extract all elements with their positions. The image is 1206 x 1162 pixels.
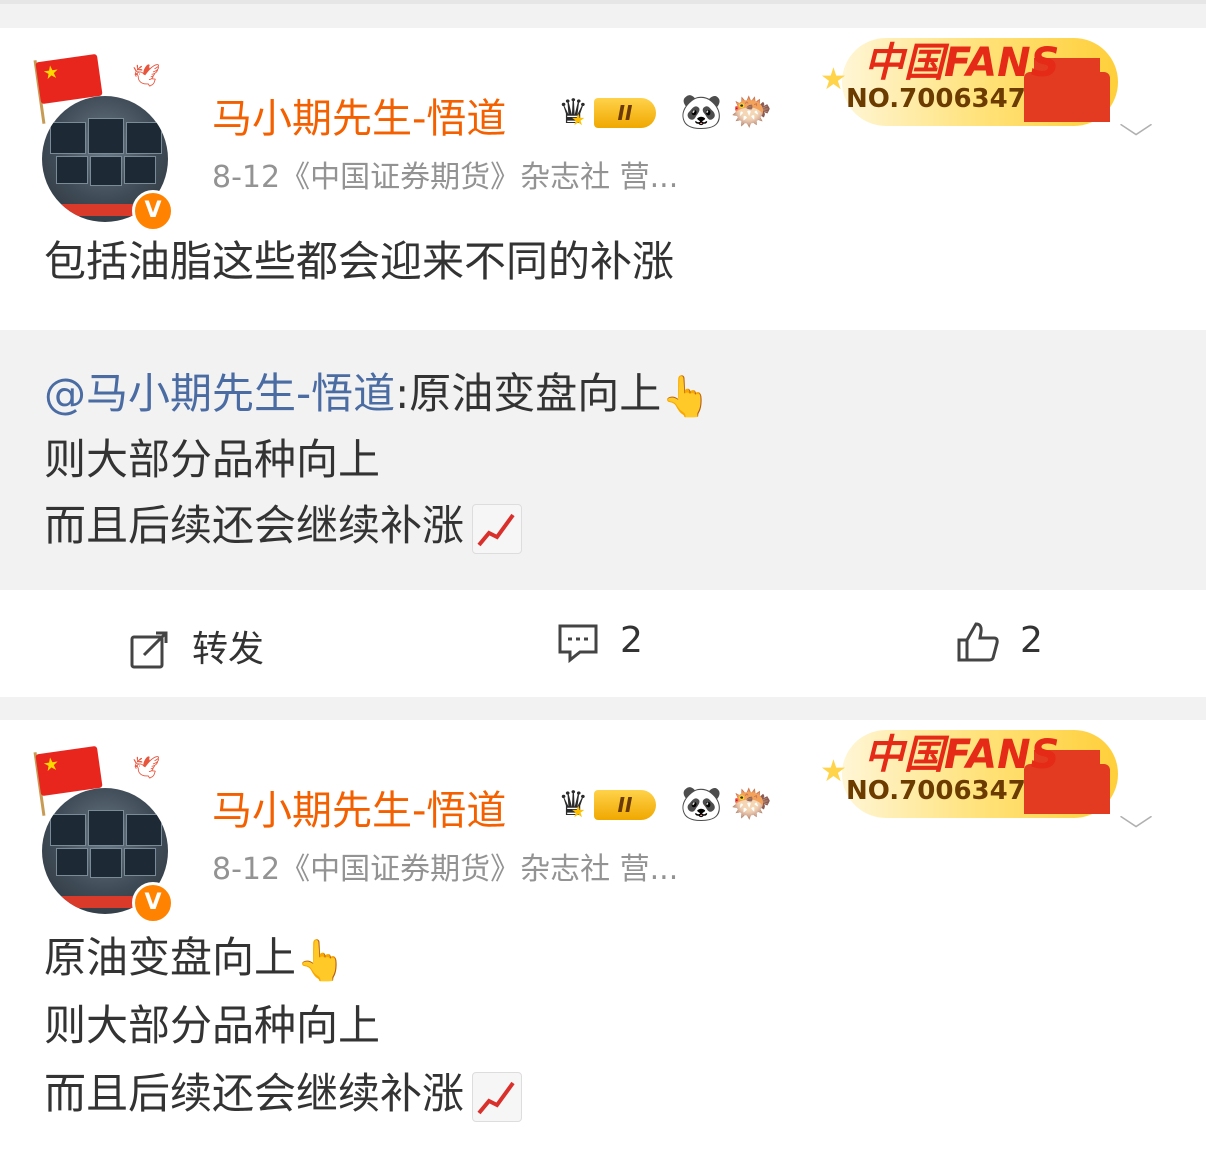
- panda-icon[interactable]: 🐼: [680, 784, 724, 824]
- repost-label: 转发: [192, 629, 265, 670]
- avatar[interactable]: ★ 🕊 V: [33, 50, 176, 232]
- chevron-down-icon[interactable]: ⌵: [1119, 800, 1173, 836]
- post-card: ★ 🕊 V 马小期先生-悟道 ♛ ★ II 🐼 🐡 8-12《中国证券期货》杂志社…: [0, 28, 1206, 898]
- repost-text: 则大部分品种向上: [44, 435, 381, 484]
- repost-block[interactable]: @马小期先生-悟道:原油变盘向上👆 则大部分品种向上 而且后续还会继续补涨: [0, 330, 1206, 898]
- point-up-emoji-icon: 👆: [661, 373, 712, 420]
- repost-line: @马小期先生-悟道:原油变盘向上👆: [44, 360, 711, 431]
- fans-number: NO.7006347: [846, 84, 1026, 114]
- birds-icon: 🕊: [132, 64, 160, 89]
- avatar[interactable]: ★ 🕊 V: [33, 742, 176, 924]
- vip-crown-badge[interactable]: ♛ ★ II: [558, 90, 670, 134]
- chevron-down-icon[interactable]: ⌵: [1119, 108, 1173, 144]
- china-flag-icon: ★: [35, 745, 103, 797]
- chart-increasing-icon: [472, 1071, 523, 1122]
- vip-crown-badge[interactable]: ♛ ★ II: [558, 782, 670, 826]
- fans-title: 中国FANS: [864, 40, 1060, 86]
- post-card: ★ 🕊 V 马小期先生-悟道 ♛ ★ II 🐼 🐡 8-12《中国证券期货》杂志社…: [0, 720, 1206, 1162]
- verified-badge-icon: V: [132, 882, 174, 924]
- post-meta[interactable]: 8-12《中国证券期货》杂志社 营...: [212, 844, 678, 888]
- comment-icon: [558, 624, 598, 664]
- top-separator: [0, 0, 1206, 28]
- post-text-line: 原油变盘向上👆: [44, 924, 346, 995]
- share-icon: [130, 631, 168, 669]
- fans-card-badge[interactable]: ★ 中国FANS NO.7006347: [820, 720, 1120, 820]
- mention-link[interactable]: @马小期先生-悟道: [44, 369, 395, 418]
- post-text: 原油变盘向上: [44, 933, 297, 982]
- post-text-line: 而且后续还会继续补涨: [44, 1060, 523, 1128]
- repost-line: 而且后续还会继续补涨: [44, 492, 523, 560]
- panda-icon[interactable]: 🐼: [680, 92, 724, 132]
- vip-level: II: [594, 98, 656, 128]
- comment-button[interactable]: 2: [556, 620, 643, 666]
- fans-number: NO.7006347: [846, 776, 1026, 806]
- username[interactable]: 马小期先生-悟道: [212, 778, 506, 836]
- fans-card-badge[interactable]: ★ 中国FANS NO.7006347: [820, 28, 1120, 128]
- birds-icon: 🕊: [132, 756, 160, 781]
- repost-text: 而且后续还会继续补涨: [44, 501, 465, 550]
- comment-count: 2: [620, 620, 643, 661]
- repost-text: :原油变盘向上: [395, 369, 662, 418]
- post-text: 而且后续还会继续补涨: [44, 1069, 465, 1118]
- post-text: 则大部分品种向上: [44, 1001, 381, 1050]
- fish-icon[interactable]: 🐡: [730, 784, 774, 824]
- fans-title: 中国FANS: [864, 732, 1060, 778]
- action-bar: 转发 2 2: [0, 590, 1206, 697]
- china-flag-icon: ★: [35, 53, 103, 105]
- like-button[interactable]: 2: [956, 620, 1043, 666]
- star-icon: ★: [820, 754, 847, 789]
- username[interactable]: 马小期先生-悟道: [212, 86, 506, 144]
- verified-badge-icon: V: [132, 190, 174, 232]
- fish-icon[interactable]: 🐡: [730, 92, 774, 132]
- post-meta[interactable]: 8-12《中国证券期货》杂志社 营...: [212, 152, 678, 196]
- thumbs-up-icon: [957, 622, 999, 662]
- point-up-emoji-icon: 👆: [296, 937, 346, 984]
- chart-increasing-icon: [472, 503, 523, 554]
- post-text: 包括油脂这些都会迎来不同的补涨: [44, 237, 675, 286]
- vip-level: II: [594, 790, 656, 820]
- like-count: 2: [1020, 620, 1043, 661]
- star-icon: ★: [820, 62, 847, 97]
- repost-button[interactable]: 转发: [128, 620, 264, 670]
